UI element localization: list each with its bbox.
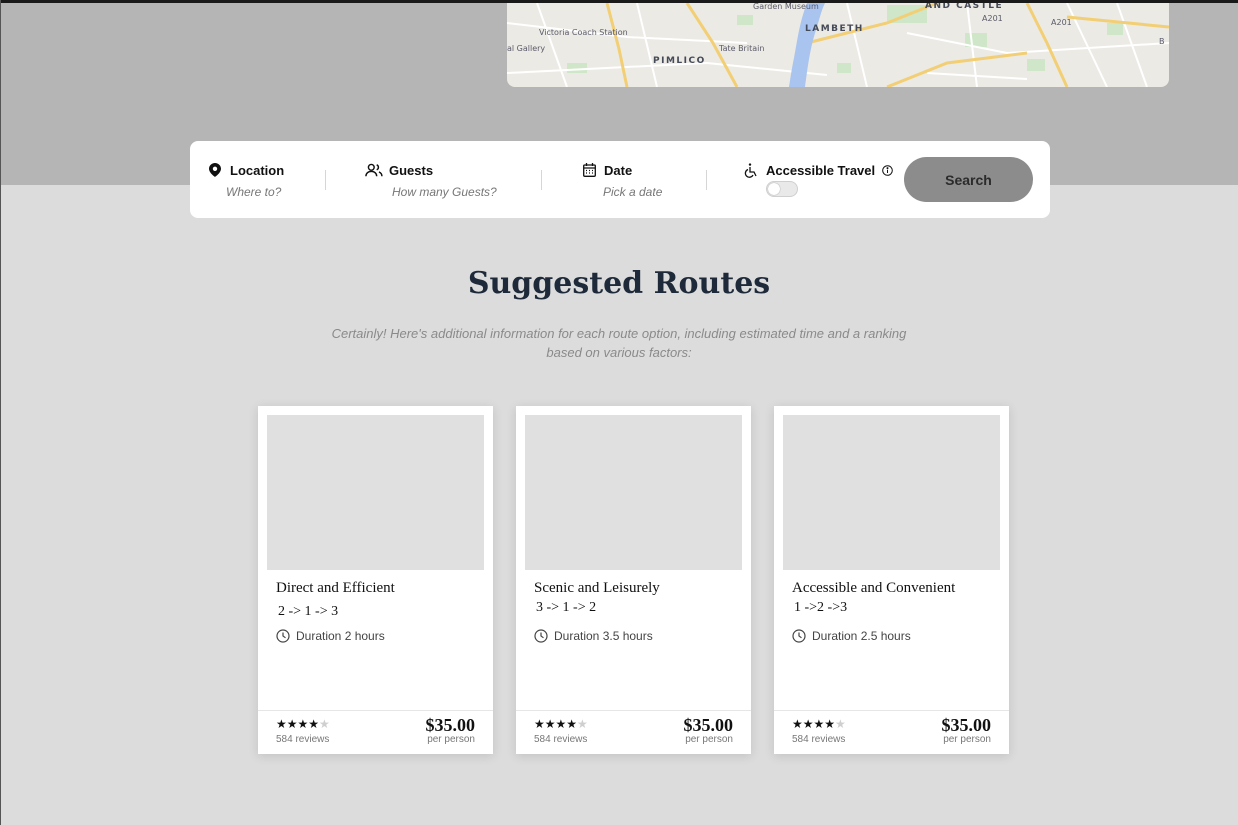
location-input[interactable]: Where to? bbox=[226, 185, 284, 199]
route-sequence: 3 -> 1 -> 2 bbox=[536, 600, 597, 615]
rating-stars: ★★★★★ bbox=[792, 717, 846, 731]
route-title: Direct and Efficient bbox=[276, 580, 395, 596]
route-price: $35.00 bbox=[425, 715, 476, 735]
route-card[interactable]: Direct and Efficient 2 -> 1 -> 3 Duratio… bbox=[258, 406, 493, 754]
route-price: $35.00 bbox=[941, 715, 992, 735]
map-label: Garden Museum bbox=[753, 3, 819, 11]
route-map[interactable]: Garden Museum LAMBETH AND CASTLE Victori… bbox=[507, 3, 1169, 87]
duration-text: Duration 2 hours bbox=[296, 629, 385, 643]
map-label: PIMLICO bbox=[653, 56, 706, 66]
map-label: Victoria Coach Station bbox=[539, 28, 628, 37]
route-sequence: 2 -> 1 -> 3 bbox=[278, 604, 339, 619]
map-label: AND CASTLE bbox=[925, 3, 1004, 11]
rating-stars: ★★★★★ bbox=[276, 717, 330, 731]
location-label: Location bbox=[230, 162, 285, 178]
duration-text: Duration 3.5 hours bbox=[554, 629, 653, 643]
route-title: Accessible and Convenient bbox=[792, 580, 956, 596]
section-subtitle: Certainly! Here's additional information… bbox=[331, 326, 907, 360]
divider bbox=[325, 170, 326, 190]
divider bbox=[706, 170, 707, 190]
left-border bbox=[0, 0, 1, 825]
route-card[interactable]: Accessible and Convenient 1 ->2 ->3 Dura… bbox=[774, 406, 1009, 754]
route-duration: Duration 2 hours bbox=[276, 629, 385, 643]
route-image bbox=[525, 415, 742, 570]
map-graphic bbox=[507, 3, 1169, 87]
rating-stars: ★★★★★ bbox=[534, 717, 588, 731]
info-icon[interactable] bbox=[881, 161, 893, 179]
location-field[interactable]: Location Where to? bbox=[206, 161, 284, 199]
map-label: Tate Britain bbox=[719, 44, 765, 53]
clock-icon bbox=[276, 629, 290, 643]
route-sequence: 1 ->2 ->3 bbox=[794, 600, 848, 615]
clock-icon bbox=[792, 629, 806, 643]
clock-icon bbox=[534, 629, 548, 643]
search-bar: Location Where to? Guests How many Guest… bbox=[190, 141, 1050, 218]
review-count: 584 reviews bbox=[534, 734, 588, 745]
review-count: 584 reviews bbox=[792, 734, 846, 745]
accessible-travel-label: Accessible Travel bbox=[766, 162, 876, 178]
route-image bbox=[267, 415, 484, 570]
divider bbox=[541, 170, 542, 190]
route-duration: Duration 2.5 hours bbox=[792, 629, 911, 643]
route-image bbox=[783, 415, 1000, 570]
route-duration: Duration 3.5 hours bbox=[534, 629, 653, 643]
map-label: A201 bbox=[1051, 18, 1072, 27]
date-label: Date bbox=[604, 162, 633, 178]
calendar-icon bbox=[580, 161, 598, 179]
users-icon bbox=[365, 161, 383, 179]
card-divider bbox=[774, 710, 1009, 711]
toggle-knob bbox=[768, 183, 780, 195]
route-card[interactable]: Scenic and Leisurely 3 -> 1 -> 2 Duratio… bbox=[516, 406, 751, 754]
price-unit: per person bbox=[685, 734, 733, 745]
route-title: Scenic and Leisurely bbox=[534, 580, 660, 596]
route-price: $35.00 bbox=[683, 715, 734, 735]
price-unit: per person bbox=[427, 734, 475, 745]
date-input[interactable]: Pick a date bbox=[603, 185, 662, 199]
accessible-travel-toggle[interactable] bbox=[766, 181, 798, 197]
guests-label: Guests bbox=[389, 162, 434, 178]
duration-text: Duration 2.5 hours bbox=[812, 629, 911, 643]
guests-input[interactable]: How many Guests? bbox=[392, 185, 497, 199]
map-label: al Gallery bbox=[507, 44, 546, 53]
guests-field[interactable]: Guests How many Guests? bbox=[365, 161, 497, 199]
map-label: B bbox=[1159, 37, 1165, 46]
review-count: 584 reviews bbox=[276, 734, 330, 745]
card-divider bbox=[516, 710, 751, 711]
location-pin-icon bbox=[206, 161, 224, 179]
date-field[interactable]: Date Pick a date bbox=[580, 161, 662, 199]
wheelchair-icon bbox=[742, 161, 760, 179]
price-unit: per person bbox=[943, 734, 991, 745]
card-divider bbox=[258, 710, 493, 711]
accessible-travel-field: Accessible Travel bbox=[742, 161, 893, 179]
map-label: LAMBETH bbox=[805, 24, 864, 34]
section-title: Suggested Routes bbox=[467, 266, 771, 301]
search-button[interactable]: Search bbox=[904, 157, 1033, 202]
map-label: A201 bbox=[982, 14, 1003, 23]
